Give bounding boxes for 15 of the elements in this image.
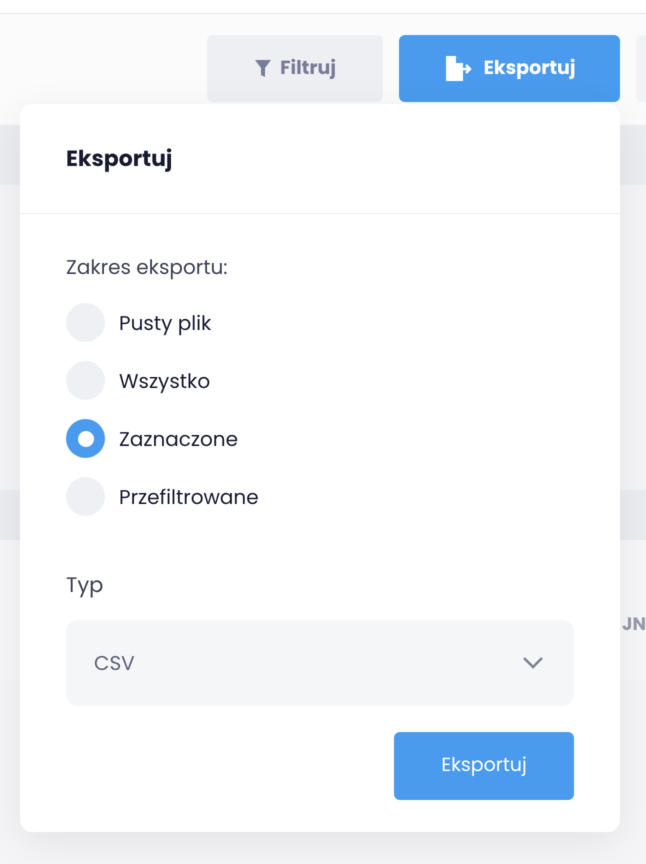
type-select[interactable]: CSV <box>66 620 574 706</box>
export-submit-button[interactable]: Eksportuj <box>394 732 574 800</box>
column-header: JN <box>622 616 646 639</box>
radio-label: Zaznaczone <box>119 424 238 454</box>
radio-label: Przefiltrowane <box>119 482 259 512</box>
type-label: Typ <box>66 570 104 602</box>
radio-button[interactable] <box>66 419 105 458</box>
radio-label: Pusty plik <box>119 308 212 338</box>
radio-label: Wszystko <box>119 366 210 396</box>
filter-button[interactable]: Filtruj <box>207 35 383 102</box>
export-button[interactable]: Eksportuj <box>399 35 620 102</box>
popover-title: Eksportuj <box>66 142 172 175</box>
scope-label: Zakres eksportu: <box>66 252 229 282</box>
filter-icon <box>254 58 272 78</box>
chevron-down-icon <box>522 656 544 669</box>
